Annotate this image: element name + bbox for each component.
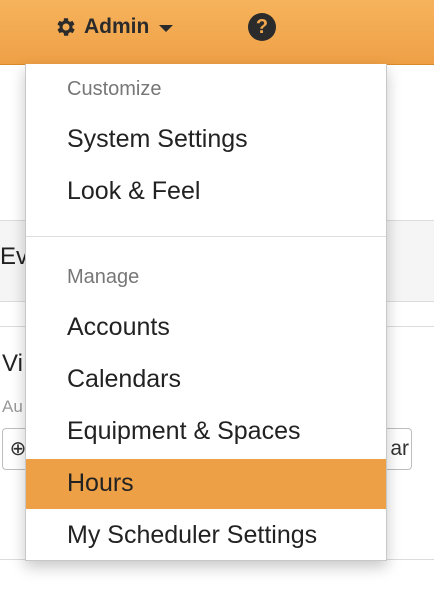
menu-item-label: My Scheduler Settings [67,521,318,549]
panel-heading-partial: Vi [2,350,23,377]
menu-item-equipment-and-spaces[interactable]: Equipment & Spaces [26,407,386,457]
menu-item-accounts[interactable]: Accounts [26,303,386,353]
top-navbar: Admin ? [0,0,434,65]
caret-down-icon [159,24,174,32]
menu-header-manage: Manage [67,266,140,288]
menu-item-label: Equipment & Spaces [67,417,301,445]
gear-icon [57,18,75,36]
menu-item-label: System Settings [67,125,248,153]
panel-subtext-partial: Au [2,397,23,416]
menu-item-look-and-feel[interactable]: Look & Feel [26,167,386,217]
menu-item-calendars[interactable]: Calendars [26,355,386,405]
menu-header-customize: Customize [67,78,162,100]
page-tab-partial[interactable]: Ev [0,243,28,271]
menu-divider [26,236,386,237]
admin-dropdown-menu: Customize System Settings Look & Feel Ma… [25,64,387,561]
admin-label: Admin [84,15,150,38]
menu-item-label: Look & Feel [67,177,201,205]
menu-item-label: Hours [67,469,134,497]
menu-item-my-scheduler-settings[interactable]: My Scheduler Settings [26,511,386,561]
menu-item-label: Calendars [67,365,181,393]
admin-menu-toggle[interactable]: Admin [54,12,174,42]
menu-item-hours[interactable]: Hours [26,459,386,509]
menu-item-system-settings[interactable]: System Settings [26,115,386,165]
question-circle-icon[interactable]: ? [248,13,276,41]
menu-item-label: Accounts [67,313,170,341]
